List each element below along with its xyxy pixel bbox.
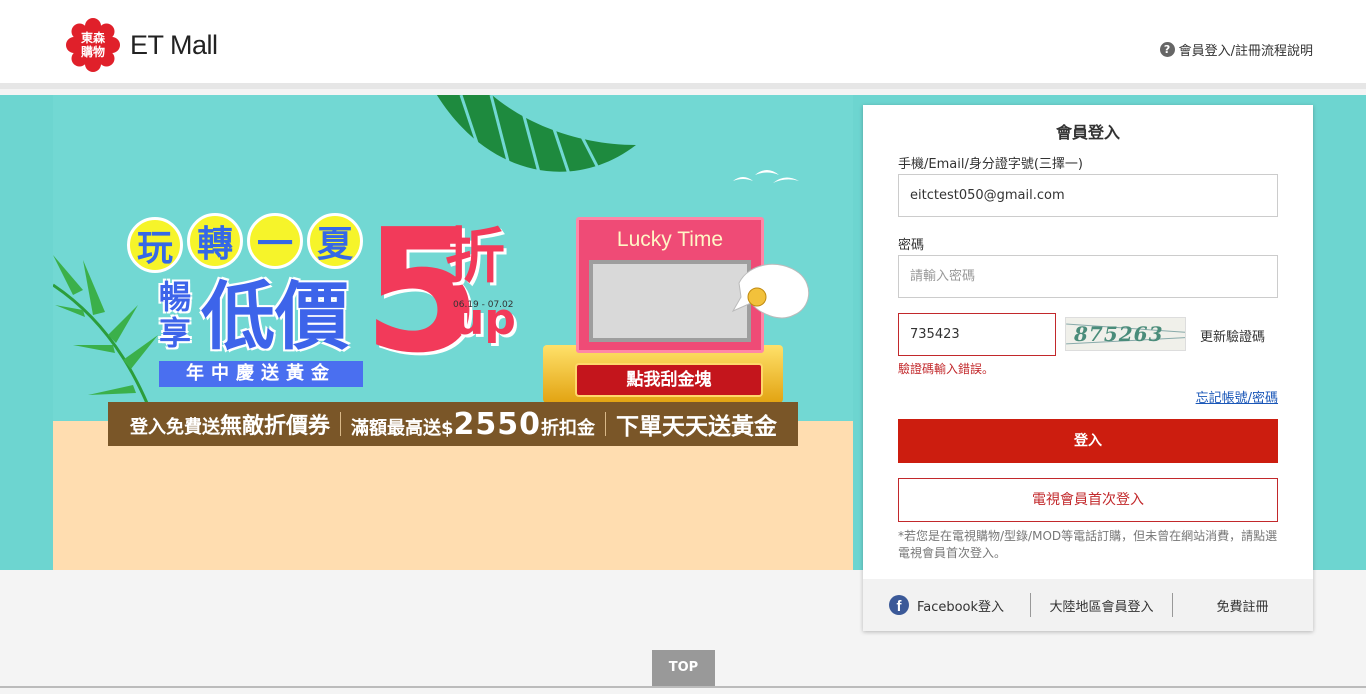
headline-low-price: 低價: [201, 274, 349, 360]
account-label: 手機/Email/身分證字號(三擇一): [898, 157, 1083, 172]
login-panel: 會員登入 手機/Email/身分證字號(三擇一) 密碼 875263 更新驗證碼…: [863, 105, 1313, 631]
tv-member-note: *若您是在電視購物/型錄/MOD等電話訂購，但未曾在網站消費，請點選電視會員首次…: [898, 529, 1278, 560]
lucky-time-title: Lucky Time: [616, 228, 724, 251]
birds-icon: [733, 170, 799, 183]
password-label: 密碼: [898, 238, 925, 253]
site-header: 東森購物 ET Mall ? 會員登入/註冊流程說明: [0, 0, 1366, 89]
promo-strip[interactable]: 登入免費送無敵折價券 滿額最高送$2550折扣金 下單天天送黃金: [108, 402, 798, 446]
headline-enjoy: 暢享: [159, 278, 192, 352]
tv-member-login-button[interactable]: 電視會員首次登入: [898, 478, 1278, 522]
captcha-error-message: 驗證碼輸入錯誤。: [898, 362, 995, 376]
forgot-password-link[interactable]: 忘記帳號/密碼: [1196, 387, 1278, 406]
login-title: 會員登入: [1055, 123, 1120, 142]
promo-date-range: 06.19 - 07.02: [453, 300, 514, 310]
headline-anniversary: 年中慶送黃金: [159, 361, 363, 387]
password-input[interactable]: [898, 255, 1278, 298]
promo-gold: 下單天天送黃金: [616, 414, 778, 440]
help-link-label: 會員登入/註冊流程說明: [1178, 44, 1313, 59]
facebook-login-label: Facebook登入: [916, 599, 1005, 615]
promo-divider: [605, 412, 607, 436]
question-icon: ?: [1159, 42, 1175, 57]
member-help-link[interactable]: ? 會員登入/註冊流程說明: [1159, 40, 1313, 59]
title-char-2: 轉: [187, 213, 243, 269]
login-button[interactable]: 登入: [898, 419, 1278, 463]
promo-banner[interactable]: 玩 轉 一 夏 暢享 低價 年中慶送黃金 5 折 up 06.19 - 07.0…: [53, 95, 853, 570]
login-footer: f Facebook登入 大陸地區會員登入 免費註冊: [863, 579, 1313, 631]
promo-cashback: 滿額最高送$2550折扣金: [351, 406, 596, 442]
pointing-hand-icon: [731, 263, 809, 319]
captcha-text: 875263: [1074, 322, 1164, 346]
captcha-input[interactable]: [898, 313, 1056, 356]
scratch-gold-button[interactable]: 點我刮金塊: [575, 363, 763, 397]
account-input[interactable]: [898, 174, 1278, 217]
facebook-icon: f: [888, 595, 909, 615]
captcha-image: 875263: [1065, 317, 1186, 351]
title-char-3: 一: [247, 213, 303, 269]
scratch-area[interactable]: [589, 260, 751, 342]
back-to-top-button[interactable]: TOP: [652, 650, 715, 686]
promo-divider: [340, 412, 342, 436]
mainland-login-link[interactable]: 大陸地區會員登入: [1031, 596, 1172, 615]
logo-text: ET Mall: [130, 29, 218, 60]
free-register-link[interactable]: 免費註冊: [1173, 596, 1312, 615]
page-bottom-divider: [0, 686, 1366, 688]
promo-coupon: 登入免費送無敵折價券: [130, 414, 331, 439]
logo-badge-text: 東森購物: [80, 31, 105, 59]
title-char-1: 玩: [127, 217, 183, 273]
refresh-captcha-link[interactable]: 更新驗證碼: [1200, 326, 1265, 345]
logo-flower-icon: 東森購物: [66, 18, 120, 72]
etmall-logo[interactable]: 東森購物 ET Mall: [66, 18, 218, 72]
palm-leaf-icon: [437, 95, 636, 181]
title-char-4: 夏: [307, 213, 363, 269]
facebook-login-link[interactable]: f Facebook登入: [863, 595, 1030, 615]
discount-unit: 折: [445, 222, 505, 292]
